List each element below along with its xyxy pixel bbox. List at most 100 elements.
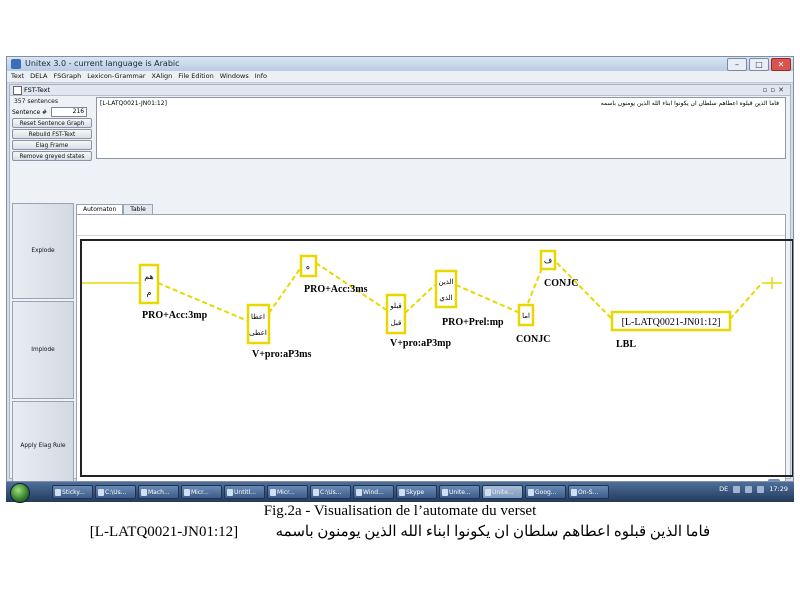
tab-table[interactable]: Table: [123, 204, 153, 214]
graph-box-4[interactable]: قبلو قبل: [385, 293, 407, 335]
box1-line1: هم: [144, 272, 154, 281]
graph-box-5[interactable]: الذين الذي: [434, 269, 458, 309]
close-button[interactable]: ✕: [771, 58, 791, 71]
fst-text-title: FST-Text: [24, 86, 51, 94]
side-buttons: Explode Implode Apply Elag Rule: [12, 203, 74, 481]
box7-output: CONJC: [544, 278, 578, 289]
box4-output: V+pro:aP3mp: [390, 338, 452, 349]
frame-icon: [13, 86, 22, 95]
task-item[interactable]: C:\Us...: [95, 485, 136, 499]
menu-lexicon-grammar[interactable]: Lexicon-Grammar: [87, 71, 145, 82]
menu-bar: Text DELA FSGraph Lexicon-Grammar XAlign…: [7, 71, 793, 83]
box1-output: PRO+Acc:3mp: [142, 310, 208, 321]
sentence-arabic-text: فاما الذين قبلوه اعطاهم سلطان ان يكونوا …: [600, 100, 779, 107]
start-button-icon[interactable]: [10, 483, 30, 503]
box7-line1: ف: [544, 256, 552, 265]
task-item[interactable]: Mach...: [138, 485, 179, 499]
box6-output: CONJC: [516, 334, 550, 345]
box8-output: LBL: [616, 339, 636, 350]
implode-button[interactable]: Implode: [12, 301, 74, 399]
windows-taskbar: Sticky... C:\Us... Mach... Micr... Untit…: [6, 482, 794, 503]
task-item[interactable]: Micr...: [181, 485, 222, 499]
unitex-app-icon: [11, 59, 21, 69]
box2-line1: اعطا: [251, 313, 265, 321]
menu-file-edition[interactable]: File Edition: [178, 71, 213, 82]
task-item-active[interactable]: Unite...: [482, 485, 523, 499]
box3-output: PRO+Acc:3ms: [304, 284, 368, 295]
task-item[interactable]: C:\Us...: [310, 485, 351, 499]
edge-7-8: [556, 262, 613, 320]
menu-text[interactable]: Text: [11, 71, 24, 82]
power-icon[interactable]: [757, 485, 765, 493]
menu-info[interactable]: Info: [255, 71, 267, 82]
caption-reference: [L-LATQ0021-JN01:12]: [89, 524, 239, 540]
menu-windows[interactable]: Windows: [220, 71, 249, 82]
automaton-panel: هم م PRO+Acc:3mp اعطا اعطى V+pro:aP3ms ه…: [76, 214, 793, 481]
sentence-controls: 357 sentences Sentence # 216 Reset Sente…: [12, 97, 94, 161]
graph-box-8[interactable]: [L-LATQ0021-JN01:12]: [610, 310, 732, 332]
sentence-number-input[interactable]: 216: [51, 107, 88, 117]
fst-text-titlebar[interactable]: FST-Text ▫▫✕: [10, 85, 790, 96]
task-item[interactable]: Sticky...: [52, 485, 93, 499]
window-controls: – □ ✕: [727, 58, 791, 71]
task-item[interactable]: Goog...: [525, 485, 566, 499]
edge-8-final: [729, 282, 763, 320]
menu-xalign[interactable]: XAlign: [152, 71, 173, 82]
reset-sentence-graph-button[interactable]: Reset Sentence Graph: [12, 118, 92, 128]
sentence-count: 357 sentences: [14, 98, 58, 105]
clock[interactable]: 17:29: [769, 485, 788, 493]
remove-greyed-states-button[interactable]: Remove greyed states: [12, 151, 92, 161]
box1-line2: م: [147, 288, 152, 297]
caption-arabic: فاما الذين قبلوه اعطاهم سلطان ان يكونوا …: [275, 524, 711, 540]
maximize-button[interactable]: □: [749, 58, 769, 71]
graph-toolstrip: [77, 215, 785, 236]
box5-output: PRO+Prel:mp: [442, 317, 504, 328]
fst-text-frame: FST-Text ▫▫✕ 357 sentences Sentence # 21…: [9, 84, 793, 481]
language-indicator[interactable]: DE: [719, 485, 728, 493]
taskbar-items: Sticky... C:\Us... Mach... Micr... Untit…: [52, 485, 609, 499]
sentence-number-label: Sentence #: [12, 108, 48, 116]
task-item[interactable]: Wind...: [353, 485, 394, 499]
elag-frame-button[interactable]: Elag Frame: [12, 140, 92, 150]
sentence-reference: [L-LATQ0021-JN01:12]: [100, 100, 167, 107]
figure-caption: Fig.2a - Visualisation de l’automate du …: [263, 503, 537, 519]
graph-box-3[interactable]: ه: [299, 254, 318, 278]
tab-automaton[interactable]: Automaton: [76, 204, 124, 214]
minimize-button[interactable]: –: [727, 58, 747, 71]
automaton-graph[interactable]: هم م PRO+Acc:3mp اعطا اعطى V+pro:aP3ms ه…: [80, 239, 793, 477]
task-item[interactable]: Micr...: [267, 485, 308, 499]
box3-line1: ه: [306, 262, 310, 271]
box4-line1: قبلو: [389, 302, 401, 310]
graph-box-2[interactable]: اعطا اعطى: [246, 303, 271, 345]
volume-icon[interactable]: [745, 485, 753, 493]
box5-line1: الذين: [438, 278, 453, 286]
task-item[interactable]: Unite...: [439, 485, 480, 499]
frame-controls-icon[interactable]: ▫▫✕: [763, 85, 787, 95]
box4-line2: قبل: [391, 319, 402, 327]
graph-box-7[interactable]: ف: [539, 249, 557, 271]
figure-caption-verse: [L-LATQ0021-JN01:12] فاما الذين قبلوه اع…: [0, 522, 800, 541]
graph-box-6[interactable]: اما: [517, 303, 535, 327]
edge-2-3: [268, 265, 303, 314]
view-tabs: Automaton Table: [76, 204, 153, 214]
menu-dela[interactable]: DELA: [30, 71, 47, 82]
box5-line2: الذي: [439, 294, 452, 302]
task-item[interactable]: On-S...: [568, 485, 609, 499]
box8-line1: [L-LATQ0021-JN01:12]: [622, 317, 721, 328]
edge-4-5: [404, 282, 438, 314]
edge-5-6: [455, 284, 521, 314]
apply-elag-rule-button[interactable]: Apply Elag Rule: [12, 401, 74, 481]
window-titlebar[interactable]: Unitex 3.0 - current language is Arabic …: [7, 57, 793, 71]
box2-line2: اعطى: [249, 329, 267, 337]
box2-output: V+pro:aP3ms: [252, 349, 312, 360]
graph-box-1[interactable]: هم م: [138, 263, 160, 305]
explode-button[interactable]: Explode: [12, 203, 74, 299]
unitex-window: Unitex 3.0 - current language is Arabic …: [6, 56, 794, 482]
task-item[interactable]: Skype: [396, 485, 437, 499]
rebuild-fst-text-button[interactable]: Rebuild FST-Text: [12, 129, 92, 139]
menu-fsgraph[interactable]: FSGraph: [54, 71, 82, 82]
sentence-text-area[interactable]: [L-LATQ0021-JN01:12] فاما الذين قبلوه اع…: [96, 97, 786, 159]
network-icon[interactable]: [733, 485, 741, 493]
task-item[interactable]: Untitl...: [224, 485, 265, 499]
system-tray: DE 17:29: [719, 485, 788, 493]
